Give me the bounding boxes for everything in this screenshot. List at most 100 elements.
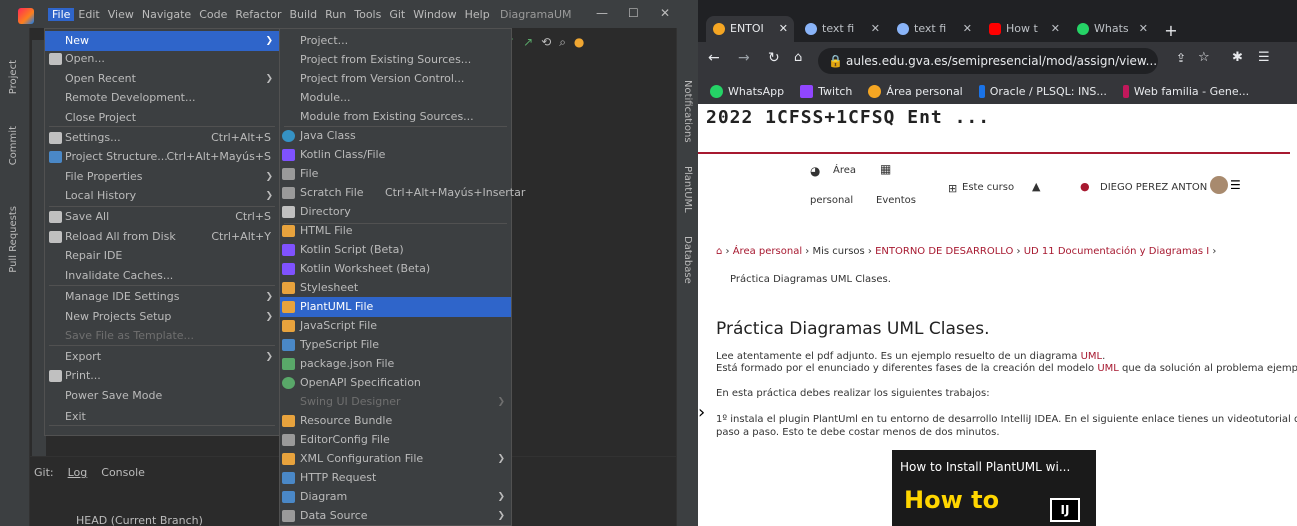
menu-icon[interactable]: ☰: [1258, 50, 1270, 65]
close-icon[interactable]: ✕: [660, 6, 670, 20]
new-menu-item-openapi-specification[interactable]: OpenAPI Specification: [280, 373, 511, 393]
bookmark-area-personal[interactable]: Área personal: [868, 84, 963, 98]
browser-tab-1[interactable]: ENTOI ✕: [706, 16, 794, 42]
new-menu-item-kotlin-class-file[interactable]: Kotlin Class/File: [280, 145, 511, 165]
file-menu-item-open-recent[interactable]: Open Recent ❯: [45, 69, 279, 89]
close-tab-icon[interactable]: ✕: [871, 16, 880, 42]
new-menu-item-module[interactable]: Module...: [280, 88, 511, 108]
extensions-icon[interactable]: ✱: [1232, 50, 1243, 65]
close-tab-icon[interactable]: ✕: [1051, 16, 1060, 42]
bell-icon[interactable]: ▲: [1032, 180, 1040, 193]
file-menu-item-local-history[interactable]: Local History ❯: [45, 186, 279, 206]
tab-pull-requests[interactable]: Pull Requests: [8, 206, 19, 273]
file-menu-item-open[interactable]: Open...: [45, 49, 279, 69]
close-tab-icon[interactable]: ✕: [1139, 16, 1148, 42]
file-menu-item-settings[interactable]: Settings... Ctrl+Alt+S: [45, 128, 279, 148]
browser-tab-5[interactable]: Whats ✕: [1070, 16, 1154, 42]
update-icon[interactable]: ●: [574, 35, 584, 49]
youtube-video[interactable]: How to Install PlantUML wi... How to IJ: [892, 450, 1096, 526]
home-icon[interactable]: ⌂: [794, 50, 802, 65]
maximize-icon[interactable]: ☐: [628, 6, 639, 20]
back-icon[interactable]: ←: [708, 50, 720, 66]
home-icon[interactable]: ⌂: [716, 246, 722, 257]
browser-tab-4[interactable]: How t ✕: [982, 16, 1066, 42]
file-menu-item-new[interactable]: New ❯: [45, 31, 279, 51]
share-icon[interactable]: ⇪: [1176, 51, 1186, 65]
user-name[interactable]: DIEGO PEREZ ANTON: [1100, 182, 1207, 193]
new-menu-item-stylesheet[interactable]: Stylesheet: [280, 278, 511, 298]
crumb-mis-cursos[interactable]: Mis cursos: [812, 246, 864, 257]
new-menu-item-java-class[interactable]: Java Class: [280, 126, 511, 146]
uml-link[interactable]: UML: [1097, 363, 1119, 374]
bookmark-star-icon[interactable]: ☆: [1198, 50, 1210, 65]
bookmark-whatsapp[interactable]: WhatsApp: [710, 84, 784, 98]
file-menu-item-invalidate-caches[interactable]: Invalidate Caches...: [45, 266, 279, 286]
menu-build[interactable]: Build: [286, 8, 322, 21]
menu-run[interactable]: Run: [321, 8, 350, 21]
menu-git[interactable]: Git: [385, 8, 409, 21]
menu-refactor[interactable]: Refactor: [231, 8, 285, 21]
minimize-icon[interactable]: —: [596, 6, 608, 20]
browser-tab-2[interactable]: text fi ✕: [798, 16, 886, 42]
new-menu-item-javascript-file[interactable]: JavaScript File: [280, 316, 511, 336]
new-menu-item-xml-configuration-file[interactable]: XML Configuration File ❯: [280, 449, 511, 469]
search-icon[interactable]: ⌕: [559, 35, 566, 50]
file-menu-item-manage-ide-settings[interactable]: Manage IDE Settings ❯: [45, 287, 279, 307]
new-menu-item-module-from-existing-sources[interactable]: Module from Existing Sources...: [280, 107, 511, 127]
new-menu-item-plantuml-file[interactable]: PlantUML File: [280, 297, 511, 317]
menu-tools[interactable]: Tools: [350, 8, 385, 21]
arrow-icon[interactable]: ↗: [523, 35, 533, 49]
file-menu-item-close-project[interactable]: Close Project: [45, 108, 279, 128]
new-menu-item-editorconfig-file[interactable]: EditorConfig File: [280, 430, 511, 450]
chat-icon[interactable]: ●: [1080, 180, 1090, 193]
crumb-entorno[interactable]: ENTORNO DE DESARROLLO: [875, 246, 1013, 257]
bookmark-oracle[interactable]: Oracle / PLSQL: INS...: [978, 84, 1107, 98]
new-menu-item-kotlin-script-beta[interactable]: Kotlin Script (Beta): [280, 240, 511, 260]
new-menu-item-file[interactable]: File: [280, 164, 511, 184]
nav-area[interactable]: Área: [833, 165, 856, 176]
new-menu-item-package-json-file[interactable]: package.json File: [280, 354, 511, 374]
new-menu-item-http-request[interactable]: HTTP Request: [280, 468, 511, 488]
new-menu-item-data-source[interactable]: Data Source ❯: [280, 506, 511, 526]
file-menu-item-power-save-mode[interactable]: Power Save Mode: [45, 386, 279, 406]
new-menu-item-project-from-existing-sources[interactable]: Project from Existing Sources...: [280, 50, 511, 70]
drawer-icon[interactable]: ☰: [1230, 178, 1241, 192]
nav-personal[interactable]: personal: [810, 195, 853, 206]
crumb-area-personal[interactable]: Área personal: [733, 246, 802, 257]
new-menu-item-project[interactable]: Project...: [280, 31, 511, 51]
file-menu-item-print[interactable]: Print...: [45, 366, 279, 386]
menu-window[interactable]: Window: [409, 8, 460, 21]
address-bar[interactable]: 🔒 aules.edu.gva.es/semipresencial/mod/as…: [818, 48, 1158, 74]
file-menu-item-new-projects-setup[interactable]: New Projects Setup ❯: [45, 307, 279, 327]
new-menu-item-directory[interactable]: Directory: [280, 202, 511, 222]
browser-tab-3[interactable]: text fi ✕: [890, 16, 978, 42]
file-menu-item-export[interactable]: Export ❯: [45, 347, 279, 367]
bookmark-web-familia[interactable]: Web familia - Gene...: [1122, 84, 1249, 98]
new-menu-item-resource-bundle[interactable]: Resource Bundle: [280, 411, 511, 431]
menu-edit[interactable]: Edit: [74, 8, 103, 21]
file-menu-item-save-all[interactable]: Save All Ctrl+S: [45, 207, 279, 227]
nav-eventos[interactable]: Eventos: [876, 195, 916, 206]
bookmark-twitch[interactable]: Twitch: [800, 84, 852, 98]
new-menu-item-diagram[interactable]: Diagram ❯: [280, 487, 511, 507]
head-branch-item[interactable]: HEAD (Current Branch): [76, 514, 203, 526]
new-menu-item-typescript-file[interactable]: TypeScript File: [280, 335, 511, 355]
menu-code[interactable]: Code: [195, 8, 231, 21]
file-menu-item-repair-ide[interactable]: Repair IDE: [45, 246, 279, 266]
menu-file[interactable]: File: [48, 7, 75, 21]
new-tab-icon[interactable]: +: [1160, 20, 1182, 42]
file-menu-item-file-properties[interactable]: File Properties ❯: [45, 167, 279, 187]
new-menu-item-project-from-version-control[interactable]: Project from Version Control...: [280, 69, 511, 89]
uml-link[interactable]: UML: [1081, 351, 1103, 362]
menu-view[interactable]: View: [104, 8, 138, 21]
tab-project[interactable]: Project: [8, 60, 19, 94]
avatar[interactable]: [1210, 176, 1228, 194]
close-tab-icon[interactable]: ✕: [779, 16, 788, 42]
file-menu-item-project-structure[interactable]: Project Structure... Ctrl+Alt+Mayús+S: [45, 147, 279, 167]
tab-notifications[interactable]: Notifications: [682, 80, 693, 143]
forward-icon[interactable]: →: [738, 50, 750, 66]
menu-navigate[interactable]: Navigate: [138, 8, 195, 21]
new-menu-item-kotlin-worksheet-beta[interactable]: Kotlin Worksheet (Beta): [280, 259, 511, 279]
close-tab-icon[interactable]: ✕: [963, 16, 972, 42]
menu-help[interactable]: Help: [461, 8, 494, 21]
